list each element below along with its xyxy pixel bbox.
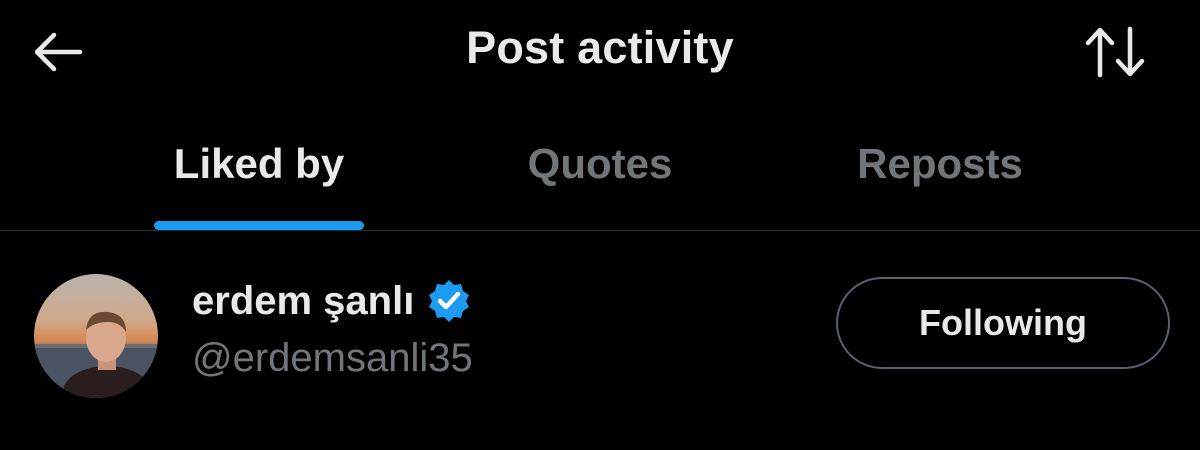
avatar[interactable]	[34, 274, 158, 398]
active-tab-indicator	[154, 221, 364, 230]
following-button[interactable]: Following	[836, 277, 1170, 369]
tab-reposts[interactable]: Reposts	[805, 140, 1075, 230]
tab-label: Quotes	[527, 140, 673, 187]
user-name-line[interactable]: erdem şanlı	[192, 278, 472, 324]
user-list-item[interactable]: erdem şanlı @erdemsanli35 Following	[0, 240, 1200, 430]
tab-quotes[interactable]: Quotes	[465, 140, 735, 230]
top-bar: Post activity	[0, 0, 1200, 110]
sort-arrows-icon	[1085, 26, 1145, 78]
tab-label: Liked by	[173, 140, 345, 187]
tab-label: Reposts	[857, 140, 1023, 187]
user-handle: @erdemsanli35	[192, 336, 473, 380]
user-display-name: erdem şanlı	[192, 278, 415, 323]
divider	[0, 230, 1200, 231]
tab-liked-by[interactable]: Liked by	[124, 140, 394, 230]
sort-button[interactable]	[1080, 20, 1150, 84]
avatar-photo	[34, 274, 158, 398]
page-title: Post activity	[466, 22, 734, 73]
tab-bar: Liked by Quotes Reposts	[0, 120, 1200, 230]
verified-badge-icon	[426, 278, 472, 324]
